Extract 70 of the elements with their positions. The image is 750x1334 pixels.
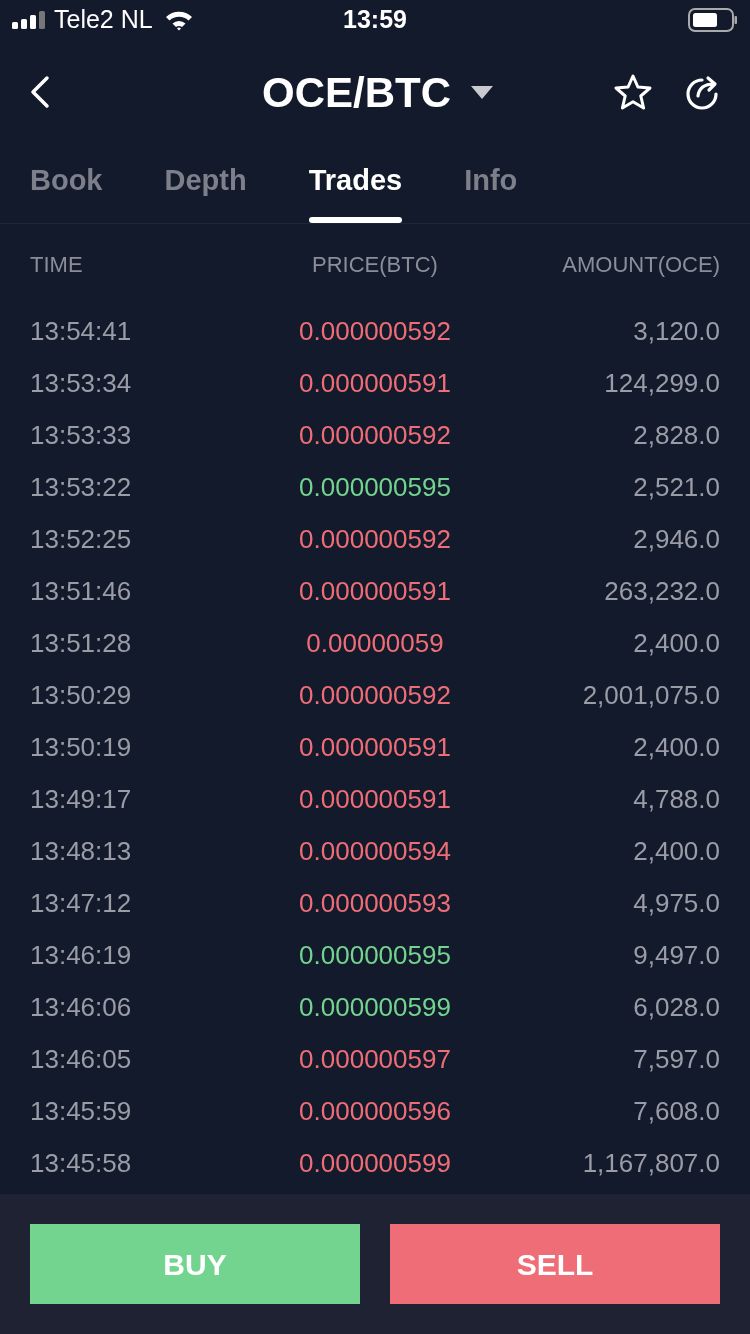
trade-price: 0.00000059 [306, 626, 444, 660]
trade-time: 13:53:34 [30, 366, 132, 400]
wifi-icon [164, 9, 193, 31]
trade-price: 0.000000595 [299, 470, 451, 504]
star-icon [614, 74, 652, 110]
trade-time: 13:52:25 [30, 522, 132, 556]
column-header: AMOUNT(OCE) [562, 251, 720, 279]
battery-icon [688, 8, 738, 32]
trade-amount: 2,400.0 [633, 730, 720, 764]
trade-amount: 7,608.0 [633, 1094, 720, 1128]
trade-amount: 2,946.0 [633, 522, 720, 556]
trade-price: 0.000000592 [299, 314, 451, 348]
trade-amount: 263,232.0 [604, 574, 720, 608]
trade-price: 0.000000591 [299, 366, 451, 400]
column-header: TIME [30, 251, 83, 279]
tab[interactable]: Info [464, 144, 518, 223]
trade-amount: 2,828.0 [633, 418, 720, 452]
trade-amount: 6,028.0 [633, 990, 720, 1024]
trade-price: 0.000000592 [299, 418, 451, 452]
trade-price: 0.000000599 [299, 990, 451, 1024]
trade-price: 0.000000591 [299, 782, 451, 816]
share-icon [684, 74, 720, 110]
trade-amount: 4,788.0 [633, 782, 720, 816]
trade-amount: 2,400.0 [633, 834, 720, 868]
trade-time: 13:49:17 [30, 782, 132, 816]
back-icon [30, 75, 50, 109]
trade-price: 0.000000591 [299, 730, 451, 764]
favorite-button[interactable] [614, 74, 652, 110]
trade-price: 0.000000592 [299, 678, 451, 712]
trade-time: 13:51:28 [30, 626, 132, 660]
trade-price: 0.000000596 [299, 1094, 451, 1128]
trade-amount: 3,120.0 [633, 314, 720, 348]
tab[interactable]: Book [30, 144, 103, 223]
trade-amount: 7,597.0 [633, 1042, 720, 1076]
tab[interactable]: Trades [308, 144, 403, 223]
trade-amount: 4,975.0 [633, 886, 720, 920]
trade-time: 13:47:12 [30, 886, 132, 920]
trade-amount: 2,001,075.0 [582, 678, 720, 712]
trade-time: 13:50:19 [30, 730, 132, 764]
trade-price: 0.000000597 [299, 1042, 451, 1076]
trade-time: 13:46:05 [30, 1042, 132, 1076]
trade-time: 13:45:58 [30, 1146, 132, 1180]
trade-amount: 9,497.0 [633, 938, 720, 972]
caret-icon [471, 85, 493, 99]
trade-time: 13:46:19 [30, 938, 132, 972]
trade-time: 13:53:33 [30, 418, 132, 452]
column-header: PRICE(BTC) [312, 251, 438, 279]
trade-time: 13:46:06 [30, 990, 132, 1024]
carrier-name: Tele2 NL [54, 4, 153, 36]
trade-amount: 2,400.0 [633, 626, 720, 660]
trade-time: 13:51:46 [30, 574, 132, 608]
trade-price: 0.000000594 [299, 834, 451, 868]
trade-time: 13:53:22 [30, 470, 132, 504]
status-time: 13:59 [343, 4, 407, 36]
trade-price: 0.000000595 [299, 938, 451, 972]
trade-time: 13:50:29 [30, 678, 132, 712]
sell-button[interactable]: SELL [390, 1224, 720, 1304]
pair-selector[interactable]: OCE/BTC [262, 62, 493, 122]
trade-amount: 2,521.0 [633, 470, 720, 504]
tab[interactable]: Depth [164, 144, 247, 223]
share-button[interactable] [684, 74, 720, 110]
trade-time: 13:48:13 [30, 834, 132, 868]
trade-amount: 1,167,807.0 [582, 1146, 720, 1180]
trade-time: 13:45:59 [30, 1094, 132, 1128]
trade-time: 13:54:41 [30, 314, 132, 348]
trade-price: 0.000000593 [299, 886, 451, 920]
trade-price: 0.000000591 [299, 574, 451, 608]
trade-amount: 124,299.0 [604, 366, 720, 400]
trade-price: 0.000000599 [299, 1146, 451, 1180]
trade-price: 0.000000592 [299, 522, 451, 556]
